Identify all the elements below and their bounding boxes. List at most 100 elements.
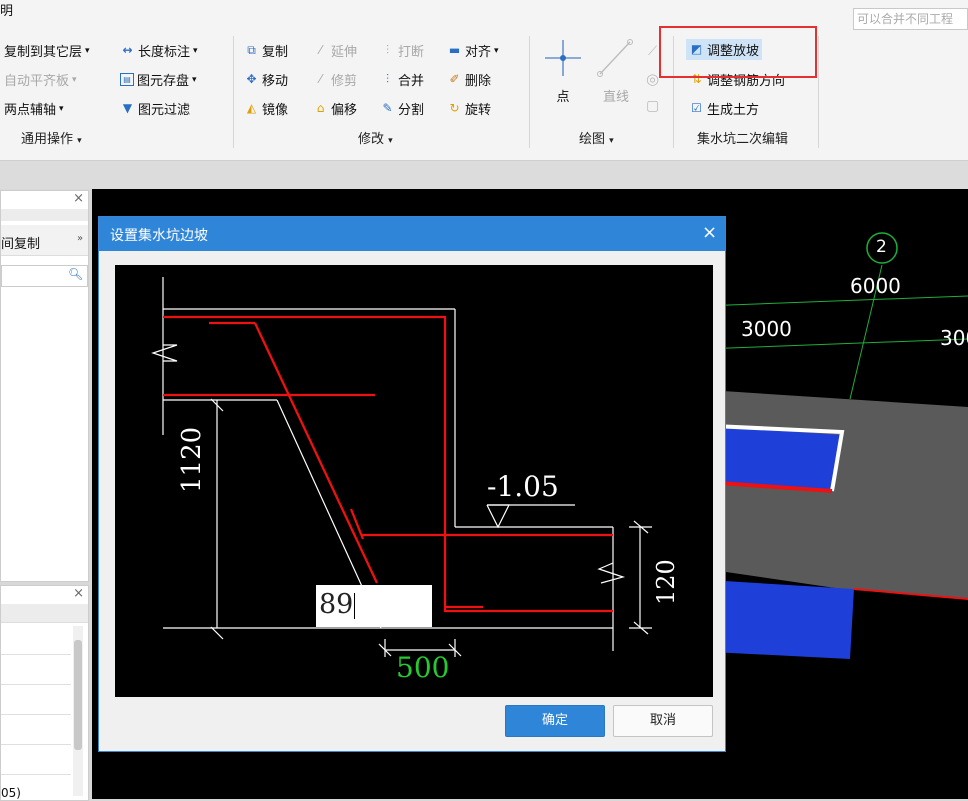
two-point-axis-label: 两点辅轴 [4,103,57,118]
scrollbar[interactable] [73,626,83,796]
auto-align-slab-label: 自动平齐板 [4,74,70,89]
move-label: 移动 [262,74,289,89]
line-tool-label: 直线 [602,90,629,105]
filter-icon: ▼ [122,101,133,115]
sump-group-label: 集水坑二次编辑 [697,132,789,147]
chevron-down-icon: ▾ [388,136,393,146]
rotate-button[interactable]: ↻ 旋转 [447,99,491,118]
split-button[interactable]: ✎ 分割 [380,99,424,118]
search-icon[interactable]: 🔍︎ [68,267,83,281]
toolbar-strip [0,161,968,189]
save-element-icon: ▤ [120,73,134,86]
highlight-box [659,26,817,78]
rectangle-icon[interactable]: ▢ [646,98,659,114]
save-element-label: 图元存盘 [137,74,190,89]
dimension-3000: 3000 [741,317,792,341]
dimension-120: 120 [652,559,680,605]
cancel-button[interactable]: 取消 [613,705,713,737]
copy-to-other-floor-button[interactable]: 复制到其它层 ▾ [4,41,90,60]
break-button[interactable]: ⫶ 打断 [380,41,424,60]
chevron-down-icon: ▾ [59,103,64,114]
general-group-label[interactable]: 通用操作 ▾ [21,128,82,147]
offset-icon: ⌂ [316,101,325,115]
axis-number: 2 [876,237,887,257]
offset-label: 偏移 [331,103,358,118]
dialog-titlebar[interactable]: 设置集水坑边坡 × [99,217,725,251]
chevron-down-icon: ▾ [193,45,198,56]
delete-button[interactable]: ✐ 删除 [447,70,491,89]
line-tool-button[interactable]: 直线 [594,38,638,105]
trim-button[interactable]: ⁄ 修剪 [313,70,357,89]
copy-icon: ⧉ [247,43,256,57]
length-dimension-label: 长度标注 [138,45,191,60]
row-divider [1,684,71,685]
save-element-button[interactable]: ▤ 图元存盘 ▾ [120,70,197,89]
close-icon[interactable]: × [73,586,84,601]
break-icon: ⫶ [385,43,389,57]
row-divider [1,654,71,655]
align-icon: ▬ [448,43,461,57]
row-divider [1,774,71,775]
row-divider [1,714,71,715]
close-icon[interactable]: × [73,191,84,206]
arc-icon[interactable]: ⟋ [648,44,657,59]
divider [529,36,530,148]
modify-group-label[interactable]: 修改 ▾ [358,128,393,147]
eraser-icon: ✐ [449,72,460,86]
point-tool-button[interactable]: 点 [543,38,583,105]
auto-align-slab-button[interactable]: 自动平齐板 ▾ [4,70,77,89]
merge-button[interactable]: ⫶ 合并 [380,70,424,89]
panel-header [1,209,88,221]
extend-label: 延伸 [331,45,358,60]
chevron-down-icon: ▾ [494,45,499,56]
left-panel-top: × 间复制 » 🔍︎ [0,190,89,582]
generate-earthwork-button[interactable]: ☑ 生成土方 [689,99,759,118]
search-input[interactable]: 可以合并不同工程 [853,8,968,30]
double-chevron-right-icon: » [77,233,84,244]
generate-earthwork-label: 生成土方 [707,103,760,118]
set-pit-slope-dialog: 设置集水坑边坡 × -1.05 1120 120 500 89 确定 取消 [98,216,726,752]
divider [233,36,234,148]
element-filter-button[interactable]: ▼ 图元过滤 [120,99,190,118]
element-filter-label: 图元过滤 [138,103,191,118]
draw-group-label[interactable]: 绘图 ▾ [579,128,614,147]
ribbon: 明 可以合并不同工程 复制到其它层 ▾ 自动平齐板 ▾ 两点辅轴 ▾ ↔ 长度标注 ▾ … [0,0,968,161]
align-button[interactable]: ▬ 对齐 ▾ [447,41,499,60]
move-button[interactable]: ✥ 移动 [244,70,288,89]
menu-partial[interactable]: 明 [0,0,13,19]
copy-to-other-floor-label: 复制到其它层 [4,45,83,60]
extend-icon: ⁄ [319,43,322,57]
divider [818,36,819,148]
trim-label: 修剪 [331,74,358,89]
slope-value-text: 89 [319,589,354,620]
offset-button[interactable]: ⌂ 偏移 [313,99,357,118]
copy-button[interactable]: ⧉ 复制 [244,41,288,60]
mirror-label: 镜像 [262,103,289,118]
panel-header [1,604,88,623]
length-dimension-button[interactable]: ↔ 长度标注 ▾ [120,41,198,60]
split-label: 分割 [398,103,425,118]
slope-diagram: -1.05 1120 120 500 89 [115,265,713,697]
scrollbar-thumb[interactable] [74,640,82,750]
circle-icon[interactable]: ◎ [646,70,659,88]
slope-value-input[interactable]: 89 [316,585,432,627]
extend-button[interactable]: ⁄ 延伸 [313,41,357,60]
length-dimension-icon: ↔ [122,43,133,57]
ok-button[interactable]: 确定 [505,705,605,737]
break-label: 打断 [398,45,425,60]
list-item-text: 05) [1,786,21,800]
earthwork-icon: ☑ [691,101,702,115]
chevron-down-icon: ▾ [77,136,82,146]
chevron-down-icon: ▾ [72,74,77,85]
copy-between-floors-label: 间复制 [1,237,41,252]
delete-label: 删除 [465,74,492,89]
close-icon[interactable]: × [702,222,717,243]
two-point-axis-button[interactable]: 两点辅轴 ▾ [4,99,64,118]
search-field[interactable]: 🔍︎ [1,265,88,287]
align-label: 对齐 [465,45,492,60]
mirror-button[interactable]: ◭ 镜像 [244,99,288,118]
copy-between-floors-row[interactable]: 间复制 » [1,225,88,256]
modify-group-text: 修改 [358,132,385,147]
rotate-label: 旋转 [465,103,492,118]
trim-icon: ⁄ [319,72,322,86]
